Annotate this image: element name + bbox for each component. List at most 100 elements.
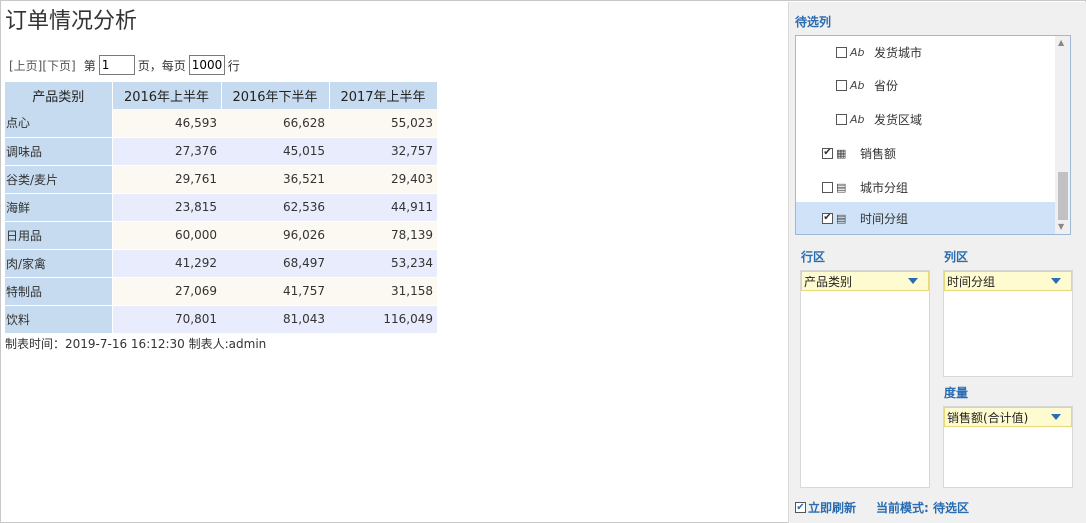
page-prefix-label: 第 xyxy=(83,58,96,73)
table-row: 谷类/麦片 29,761 36,521 29,403 xyxy=(5,165,437,194)
row-area-chip-label: 产品类别 xyxy=(804,274,853,289)
text-field-icon: Ab xyxy=(850,45,865,59)
row-area-chip[interactable]: 产品类别 xyxy=(801,271,929,291)
value-cell: 116,049 xyxy=(329,305,437,334)
pager: [上页] [下页] 第 页，每页 行 xyxy=(9,55,240,75)
field-checkbox[interactable] xyxy=(822,181,833,193)
category-cell: 特制品 xyxy=(5,277,113,306)
value-cell: 27,069 xyxy=(112,277,221,306)
value-cell: 29,403 xyxy=(329,165,437,194)
category-cell: 点心 xyxy=(5,109,113,138)
value-cell: 81,043 xyxy=(221,305,329,334)
page-number-input[interactable] xyxy=(98,55,135,75)
category-cell: 调味品 xyxy=(5,137,113,166)
field-checkbox[interactable] xyxy=(836,46,847,58)
field-list-scrollbar[interactable]: ▲ ▼ xyxy=(1055,36,1070,234)
row-area-label: 行区 xyxy=(801,250,826,264)
value-cell: 68,497 xyxy=(221,249,329,278)
value-cell: 41,292 xyxy=(112,249,221,278)
table-row: 海鲜 23,815 62,536 44,911 xyxy=(5,193,437,222)
field-item[interactable]: ▤ 城市分组 xyxy=(796,171,1064,203)
table-row: 特制品 27,069 41,757 31,158 xyxy=(5,277,437,306)
report-table: 产品类别 2016年上半年 2016年下半年 2017年上半年 点心 46,593… xyxy=(5,82,438,334)
value-cell: 31,158 xyxy=(329,277,437,306)
field-item[interactable]: ✔ ▤ 时间分组 xyxy=(796,202,1064,234)
candidates-label: 待选列 xyxy=(795,15,832,29)
column-header: 2016年上半年 xyxy=(112,82,222,109)
prev-page-link[interactable]: [上页] xyxy=(9,57,42,74)
column-area-label: 列区 xyxy=(944,250,969,264)
value-cell: 60,000 xyxy=(112,221,221,250)
category-cell: 谷类/麦片 xyxy=(5,165,113,194)
value-cell: 29,761 xyxy=(112,165,221,194)
field-checkbox[interactable] xyxy=(836,113,847,125)
table-row: 点心 46,593 66,628 55,023 xyxy=(5,109,437,138)
report-title: 订单情况分析 xyxy=(5,9,138,34)
candidate-field-list: Ab 发货城市 Ab 省份 Ab 发货区域 ✔ ▦ 销售额 ▤ 城市分组 ✔ ▤ 时间分组 ▲ ▼ xyxy=(795,35,1071,235)
next-page-link[interactable]: [下页] xyxy=(42,57,75,74)
column-header: 2017年上半年 xyxy=(329,82,438,109)
table-row: 肉/家禽 41,292 68,497 53,234 xyxy=(5,249,437,278)
field-item[interactable]: Ab 省份 xyxy=(796,69,1064,101)
value-cell: 41,757 xyxy=(221,277,329,306)
value-cell: 66,628 xyxy=(221,109,329,138)
scroll-thumb[interactable] xyxy=(1058,172,1068,220)
value-cell: 36,521 xyxy=(221,165,329,194)
row-area-dropzone[interactable]: 产品类别 xyxy=(800,270,930,488)
measure-area-chip[interactable]: 销售额(合计值) xyxy=(944,407,1072,427)
group-icon: ▤ xyxy=(836,180,847,194)
category-cell: 日用品 xyxy=(5,221,113,250)
chevron-down-icon[interactable] xyxy=(908,278,918,284)
field-checkbox[interactable]: ✔ xyxy=(822,147,833,159)
field-label: 销售额 xyxy=(860,146,897,161)
app-frame: 订单情况分析 [上页] [下页] 第 页，每页 行 产品类别 2016年上半年 … xyxy=(0,0,1086,523)
table-row: 日用品 60,000 96,026 78,139 xyxy=(5,221,437,250)
field-label: 时间分组 xyxy=(860,211,909,226)
measure-area-dropzone[interactable]: 销售额(合计值) xyxy=(943,406,1073,488)
text-field-icon: Ab xyxy=(850,112,865,126)
value-cell: 53,234 xyxy=(329,249,437,278)
table-row: 调味品 27,376 45,015 32,757 xyxy=(5,137,437,166)
bottom-bar: ✔ 立即刷新 当前模式: 待选区 xyxy=(795,499,969,516)
value-cell: 32,757 xyxy=(329,137,437,166)
page-suffix-label: 页，每页 xyxy=(137,58,186,73)
value-cell: 45,015 xyxy=(221,137,329,166)
group-icon: ▤ xyxy=(836,211,847,225)
auto-refresh-checkbox[interactable]: ✔ xyxy=(795,502,806,513)
column-area-chip-label: 时间分组 xyxy=(947,274,996,289)
category-cell: 饮料 xyxy=(5,305,113,334)
value-cell: 62,536 xyxy=(221,193,329,222)
table-header-row: 产品类别 2016年上半年 2016年下半年 2017年上半年 xyxy=(5,82,438,109)
column-header: 2016年下半年 xyxy=(221,82,330,109)
chevron-down-icon[interactable] xyxy=(1051,278,1061,284)
category-cell: 肉/家禽 xyxy=(5,249,113,278)
measure-area-chip-label: 销售额(合计值) xyxy=(947,410,1029,425)
page-size-suffix-label: 行 xyxy=(227,58,240,73)
field-checkbox[interactable]: ✔ xyxy=(822,212,833,224)
field-label: 省份 xyxy=(874,78,899,93)
column-header: 产品类别 xyxy=(5,82,113,109)
field-item[interactable]: ✔ ▦ 销售额 xyxy=(796,137,1064,169)
value-cell: 55,023 xyxy=(329,109,437,138)
chevron-down-icon[interactable] xyxy=(1051,414,1061,420)
field-item[interactable]: Ab 发货区域 xyxy=(796,103,1064,135)
text-field-icon: Ab xyxy=(850,78,865,92)
current-mode-label: 当前模式: 待选区 xyxy=(876,501,969,515)
scroll-down-arrow-icon[interactable]: ▼ xyxy=(1058,222,1064,231)
measure-area-label: 度量 xyxy=(944,386,969,400)
pivot-panel: 待选列 Ab 发货城市 Ab 省份 Ab 发货区域 ✔ ▦ 销售额 ▤ 城市分组 ✔ ▤ 时间分组 ▲ ▼… xyxy=(788,2,1086,523)
auto-refresh-label[interactable]: 立即刷新 xyxy=(808,499,856,516)
scroll-up-arrow-icon[interactable]: ▲ xyxy=(1058,38,1064,47)
field-label: 城市分组 xyxy=(860,180,909,195)
measure-icon: ▦ xyxy=(836,146,847,160)
field-checkbox[interactable] xyxy=(836,79,847,91)
field-item[interactable]: Ab 发货城市 xyxy=(796,36,1064,68)
value-cell: 44,911 xyxy=(329,193,437,222)
value-cell: 78,139 xyxy=(329,221,437,250)
report-footer: 制表时间：2019-7-16 16:12:30 制表人:admin xyxy=(5,337,267,351)
value-cell: 23,815 xyxy=(112,193,221,222)
page-size-input[interactable] xyxy=(188,55,225,75)
column-area-dropzone[interactable]: 时间分组 xyxy=(943,270,1073,377)
category-cell: 海鲜 xyxy=(5,193,113,222)
column-area-chip[interactable]: 时间分组 xyxy=(944,271,1072,291)
